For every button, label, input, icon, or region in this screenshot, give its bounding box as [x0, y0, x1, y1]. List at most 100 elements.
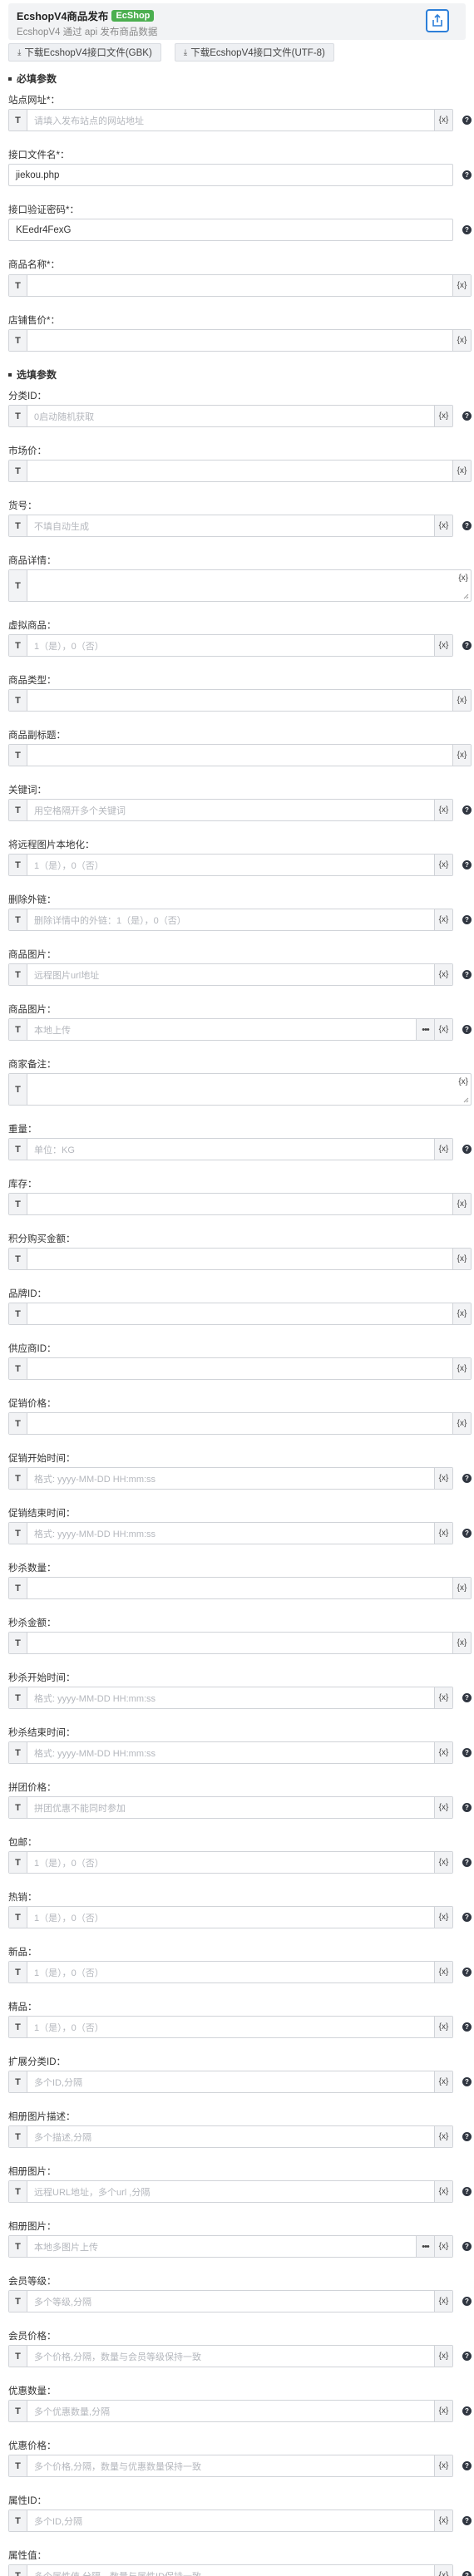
help-icon[interactable]: ? [462, 1693, 472, 1702]
input-suppliers_id[interactable] [27, 1358, 452, 1379]
variable-insert-button[interactable]: {x} [452, 1413, 471, 1434]
variable-insert-button[interactable]: {x} [434, 800, 452, 820]
help-icon[interactable]: ? [462, 805, 472, 815]
field-free_ship[interactable]: T 1（是），0（否） {x} [8, 1851, 453, 1874]
variable-insert-button[interactable]: {x} [434, 1797, 452, 1818]
field-seckill_amount[interactable]: T {x} [8, 1632, 472, 1654]
input-shop_price[interactable] [27, 330, 452, 351]
input-group_price[interactable]: 拼团优惠不能同时参加 [27, 1797, 434, 1818]
field-api_pwd[interactable]: KEedr4FexG [8, 219, 453, 241]
field-market_price[interactable]: T {x} [8, 460, 472, 482]
field-promote_price[interactable]: T {x} [8, 1412, 472, 1435]
help-icon[interactable]: ? [462, 1968, 472, 1977]
share-button[interactable] [426, 9, 449, 32]
variable-insert-button[interactable]: {x} [434, 1852, 452, 1873]
variable-insert-button[interactable]: {x} [434, 1962, 452, 1982]
help-icon[interactable]: ? [462, 915, 472, 924]
variable-insert-button[interactable]: {x} [434, 515, 452, 536]
field-album_desc[interactable]: T 多个描述,分隔 {x} [8, 2125, 453, 2148]
input-remote_img[interactable]: 1（是），0（否） [27, 855, 434, 875]
input-promote_end[interactable]: 格式: yyyy-MM-DD HH:mm:ss [27, 1523, 434, 1544]
field-promote_start[interactable]: T 格式: yyyy-MM-DD HH:mm:ss {x} [8, 1467, 453, 1490]
input-is_real[interactable]: 1（是），0（否） [27, 635, 434, 656]
help-icon[interactable]: ? [462, 1748, 472, 1757]
field-stock[interactable]: T {x} [8, 1193, 472, 1215]
input-album_desc[interactable]: 多个描述,分隔 [27, 2126, 434, 2147]
input-weight[interactable]: 单位：KG [27, 1139, 434, 1160]
upload-browse-button[interactable]: ••• [416, 2236, 434, 2257]
help-icon[interactable]: ? [462, 1858, 472, 1867]
field-seckill_end[interactable]: T 格式: yyyy-MM-DD HH:mm:ss {x} [8, 1741, 453, 1764]
input-api_file[interactable]: jiekou.php [9, 165, 452, 185]
field-is_new[interactable]: T 1（是），0（否） {x} [8, 1961, 453, 1983]
help-icon[interactable]: ? [462, 225, 472, 234]
variable-insert-button[interactable]: {x} [434, 2126, 452, 2147]
help-icon[interactable]: ? [462, 970, 472, 979]
input-promote_start[interactable]: 格式: yyyy-MM-DD HH:mm:ss [27, 1468, 434, 1489]
variable-insert-button[interactable]: {x} [452, 330, 471, 351]
variable-insert-button[interactable]: {x} [434, 2565, 452, 2576]
input-is_best[interactable]: 1（是），0（否） [27, 2017, 434, 2037]
variable-insert-button[interactable]: {x} [452, 1358, 471, 1379]
variable-insert-button[interactable]: {x} [434, 2071, 452, 2092]
help-icon[interactable]: ? [462, 2461, 472, 2470]
help-icon[interactable]: ? [462, 2242, 472, 2251]
variable-insert-button[interactable]: {x} [452, 275, 471, 296]
input-member_price[interactable]: 多个价格,分隔，数量与会员等级保持一致 [27, 2346, 434, 2367]
input-member_level[interactable]: 多个等级,分隔 [27, 2291, 434, 2312]
input-discount_num[interactable]: 多个优惠数量,分隔 [27, 2401, 434, 2421]
field-is_best[interactable]: T 1（是），0（否） {x} [8, 2016, 453, 2038]
help-icon[interactable]: ? [462, 1913, 472, 1922]
variable-insert-button[interactable]: {x} [434, 1907, 452, 1928]
field-brand_id[interactable]: T {x} [8, 1303, 472, 1325]
resize-grip-icon[interactable] [463, 594, 469, 599]
field-cat_id[interactable]: T 0启动随机获取 {x} [8, 405, 453, 427]
input-free_ship[interactable]: 1（是），0（否） [27, 1852, 434, 1873]
input-seckill_num[interactable] [27, 1578, 452, 1598]
input-seckill_amount[interactable] [27, 1633, 452, 1653]
field-goods_type[interactable]: T {x} [8, 689, 472, 712]
input-attr_value[interactable]: 多个属性值,分隔，数量与属性ID保持一致 [27, 2565, 434, 2576]
textarea-body[interactable] [27, 570, 471, 601]
field-weight[interactable]: T 单位：KG {x} [8, 1138, 453, 1160]
field-promote_end[interactable]: T 格式: yyyy-MM-DD HH:mm:ss {x} [8, 1522, 453, 1544]
field-seckill_num[interactable]: T {x} [8, 1577, 472, 1599]
input-cat_id[interactable]: 0启动随机获取 [27, 406, 434, 426]
field-group_price[interactable]: T 拼团优惠不能同时参加 {x} [8, 1796, 453, 1819]
field-attr_id[interactable]: T 多个ID,分隔 {x} [8, 2510, 453, 2532]
variable-insert-button[interactable]: {x} [452, 745, 471, 766]
variable-insert-button[interactable]: {x} [434, 1742, 452, 1763]
input-brand_id[interactable] [27, 1303, 452, 1324]
help-icon[interactable]: ? [462, 1145, 472, 1154]
variable-insert-button[interactable]: {x} [434, 406, 452, 426]
help-icon[interactable]: ? [462, 2022, 472, 2032]
variable-insert-button[interactable]: {x} [434, 2401, 452, 2421]
help-icon[interactable]: ? [462, 116, 472, 125]
field-attr_value[interactable]: T多个属性值,分隔，数量与属性ID保持一致{x} [8, 2564, 453, 2576]
variable-insert-button[interactable]: {x} [452, 1578, 471, 1598]
input-discount_price[interactable]: 多个价格,分隔，数量与优惠数量保持一致 [27, 2455, 434, 2476]
help-icon[interactable]: ? [462, 521, 472, 530]
field-goods_sn[interactable]: T 不填自动生成 {x} [8, 515, 453, 537]
variable-insert-button[interactable]: {x} [434, 635, 452, 656]
field-member_price[interactable]: T 多个价格,分隔，数量与会员等级保持一致 {x} [8, 2345, 453, 2367]
help-icon[interactable]: ? [462, 411, 472, 421]
field-goods_brief[interactable]: T {x} [8, 744, 472, 766]
input-stock[interactable] [27, 1194, 452, 1214]
help-icon[interactable]: ? [462, 2516, 472, 2525]
input-integral[interactable] [27, 1249, 452, 1269]
input-api_pwd[interactable]: KEedr4FexG [9, 219, 452, 240]
field-ext_cat[interactable]: T 多个ID,分隔 {x} [8, 2071, 453, 2093]
download-utf8-button[interactable]: ⤓ 下载EcshopV4接口文件(UTF-8) [174, 43, 334, 62]
field-is_real[interactable]: T 1（是），0（否） {x} [8, 634, 453, 657]
input-ext_cat[interactable]: 多个ID,分隔 [27, 2071, 434, 2092]
input-keywords[interactable]: 用空格隔开多个关键词 [27, 800, 434, 820]
textarea-body[interactable] [27, 1074, 471, 1105]
help-icon[interactable]: ? [462, 2187, 472, 2196]
input-seckill_start[interactable]: 格式: yyyy-MM-DD HH:mm:ss [27, 1687, 434, 1708]
field-shop_price[interactable]: T {x} [8, 329, 472, 352]
input-goods_sn[interactable]: 不填自动生成 [27, 515, 434, 536]
input-goods_img_local[interactable]: 本地上传 [27, 1019, 416, 1040]
field-del_link[interactable]: T 删除详情中的外链：1（是），0（否） {x} [8, 909, 453, 931]
field-remote_img[interactable]: T 1（是），0（否） {x} [8, 854, 453, 876]
